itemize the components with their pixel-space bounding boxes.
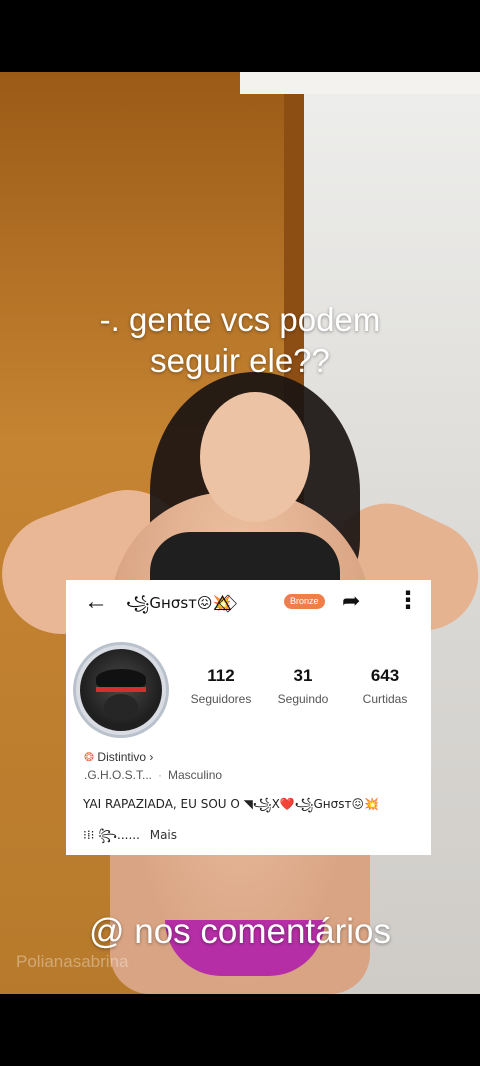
mask-face — [104, 694, 138, 720]
gender: Masculino — [168, 768, 223, 782]
avatar[interactable] — [80, 649, 162, 731]
stat-value: 643 — [370, 666, 400, 685]
stat-followers[interactable]: 112 Seguidores — [183, 666, 259, 716]
bottom-caption: @ nos comentários — [88, 912, 392, 951]
stat-following[interactable]: 31 Seguindo — [265, 666, 341, 716]
username-watermark: Polianasabrina — [16, 952, 129, 971]
badge-link[interactable]: ❂ Distintivo › — [84, 750, 153, 764]
hat-band — [96, 687, 146, 692]
handle: .G.H.O.S.T... — [84, 768, 153, 782]
bio: YAI RAPAZIADA, EU SOU O ◥꧁X❤️꧁Gнσѕт😖💥 — [83, 797, 379, 811]
profile-meta: .G.H.O.S.T... · Masculino — [84, 768, 222, 782]
stat-likes[interactable]: 643 Curtidas — [347, 666, 423, 716]
stat-value: 112 — [207, 666, 235, 685]
stat-value: 31 — [293, 666, 313, 685]
bronze-badge[interactable]: Bronze — [284, 594, 325, 609]
caption-line-1: -. gente vcs podem — [99, 301, 381, 338]
stat-label: Seguidores — [190, 692, 252, 706]
hat-shape — [96, 669, 146, 689]
stat-label: Seguindo — [277, 692, 329, 706]
more-link[interactable]: Mais — [150, 828, 177, 842]
more-vertical-icon[interactable]: ⋮ — [396, 586, 420, 615]
profile-header: ← ꧁Gнσѕт😖💥⃟⃤ Bronze ➦ ⋮ — [66, 580, 431, 622]
share-arrow-icon[interactable]: ➦ — [342, 588, 360, 614]
caption-line-2: seguir ele?? — [150, 342, 330, 379]
badge-icon: ❂ — [84, 750, 95, 764]
meta-separator: · — [158, 768, 163, 782]
bio-line-2: ⁝⁞⁝ ꧂...... Mais — [83, 826, 177, 850]
profile-name: ꧁Gнσѕт😖💥⃟⃤ — [126, 594, 232, 612]
stat-label: Curtidas — [362, 692, 408, 706]
profile-card: ← ꧁Gнσѕт😖💥⃟⃤ Bronze ➦ ⋮ 112 Seguidores 3… — [66, 580, 431, 855]
badge-link-label: Distintivo › — [97, 750, 154, 764]
bio-continuation: ⁝⁞⁝ ꧂...... — [83, 828, 140, 842]
profile-stats: 112 Seguidores 31 Seguindo 643 Curtidas — [183, 666, 423, 716]
arrow-left-icon[interactable]: ← — [84, 588, 108, 616]
video-frame — [0, 72, 480, 994]
ceiling — [240, 72, 480, 94]
person-head — [200, 392, 310, 522]
